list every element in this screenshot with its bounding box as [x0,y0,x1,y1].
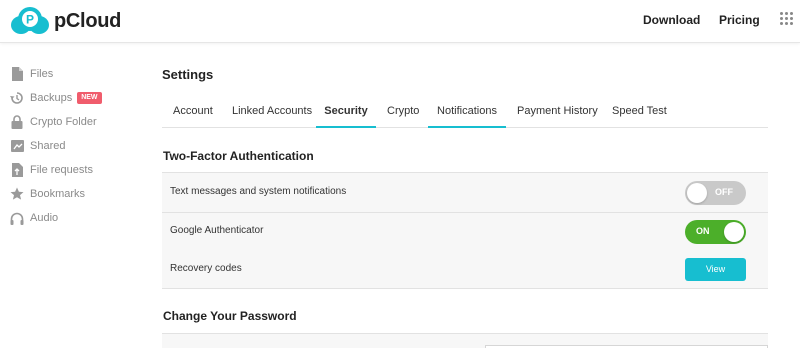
shared-icon [10,139,24,153]
tab-speed-test[interactable]: Speed Test [612,98,667,128]
google-authenticator-toggle[interactable]: ON [685,220,746,244]
toggle-state-label: ON [696,226,710,236]
sidebar-item-files[interactable]: Files [0,62,140,86]
top-bar: P pCloud Download Pricing [0,0,800,43]
view-recovery-codes-button[interactable]: View [685,258,746,281]
headphones-icon [10,211,24,225]
new-badge: NEW [77,92,102,104]
apps-grid-icon[interactable] [780,12,794,26]
sidebar-item-label: File requests [30,164,93,176]
toggle-knob [724,222,744,242]
download-link[interactable]: Download [643,13,700,27]
sidebar-item-shared[interactable]: Shared [0,134,140,158]
backup-icon [10,91,24,105]
tab-linked-accounts[interactable]: Linked Accounts [232,98,312,128]
sidebar-item-label: Backups [30,92,73,104]
sidebar-item-backups[interactable]: Backups NEW [0,86,140,110]
sidebar-item-file-requests[interactable]: File requests [0,158,140,182]
file-request-icon [10,163,24,177]
tab-payment-history[interactable]: Payment History [517,98,598,128]
settings-tabs: Account Linked Accounts Security Crypto … [162,98,768,128]
google-authenticator-row: Google Authenticator ON [162,212,768,251]
sidebar-item-crypto-folder[interactable]: Crypto Folder [0,110,140,134]
sidebar: Files Backups NEW Crypto Folder Shared F… [0,62,140,230]
tab-account[interactable]: Account [173,98,213,128]
tab-notifications[interactable]: Notifications [428,98,506,128]
star-icon [10,187,24,201]
brand-name: pCloud [54,9,122,32]
file-icon [10,67,24,81]
pcloud-logo-icon: P [10,6,50,36]
pcloud-logo[interactable]: P pCloud [10,6,121,36]
sidebar-item-bookmarks[interactable]: Bookmarks [0,182,140,206]
sidebar-item-label: Shared [30,140,66,152]
page-title: Settings [162,67,214,82]
tab-security[interactable]: Security [316,98,376,128]
sidebar-item-label: Bookmarks [30,188,86,200]
sidebar-item-label: Files [30,68,54,80]
google-authenticator-label: Google Authenticator [170,225,264,236]
sms-notifications-row: Text messages and system notifications O… [162,173,768,212]
tab-crypto[interactable]: Crypto [387,98,419,128]
sms-notifications-label: Text messages and system notifications [170,186,347,197]
sms-notifications-toggle[interactable]: OFF [685,181,746,205]
sidebar-item-label: Crypto Folder [30,116,97,128]
recovery-codes-row: Recovery codes View [162,250,768,289]
two-factor-panel: Text messages and system notifications O… [162,172,768,289]
sidebar-item-label: Audio [30,212,59,224]
lock-icon [10,115,24,129]
sidebar-item-audio[interactable]: Audio [0,206,140,230]
recovery-codes-label: Recovery codes [170,263,242,274]
pricing-link[interactable]: Pricing [719,13,760,27]
toggle-knob [687,183,707,203]
svg-text:P: P [26,13,34,27]
toggle-state-label: OFF [715,187,733,197]
two-factor-title: Two-Factor Authentication [163,149,314,163]
change-password-title: Change Your Password [163,309,297,323]
